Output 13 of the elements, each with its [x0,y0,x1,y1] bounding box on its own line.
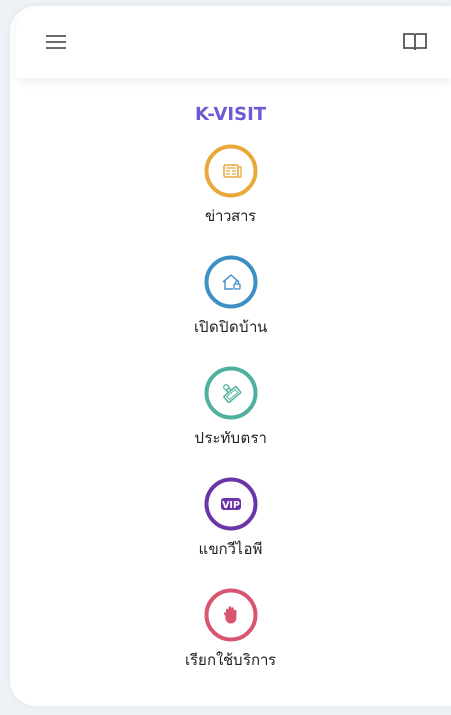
book-icon[interactable] [403,32,427,52]
vip-icon[interactable]: VIP [204,477,258,531]
app-title: K-VISIT [194,103,268,127]
menu-label[interactable]: ข่าวสาร [205,204,256,228]
house-icon[interactable] [204,255,258,309]
menu-icon[interactable] [45,34,67,50]
hand-icon[interactable] [204,588,258,642]
menu-label[interactable]: แขกวีไอพี [198,537,262,561]
menu-label[interactable]: เรียกใช้บริการ [185,648,276,672]
stamp-icon[interactable] [204,366,258,420]
menu-label[interactable]: เปิดปิดบ้าน [194,315,267,339]
news-icon[interactable] [204,144,258,198]
menu-label[interactable]: ประทับตรา [194,426,266,450]
